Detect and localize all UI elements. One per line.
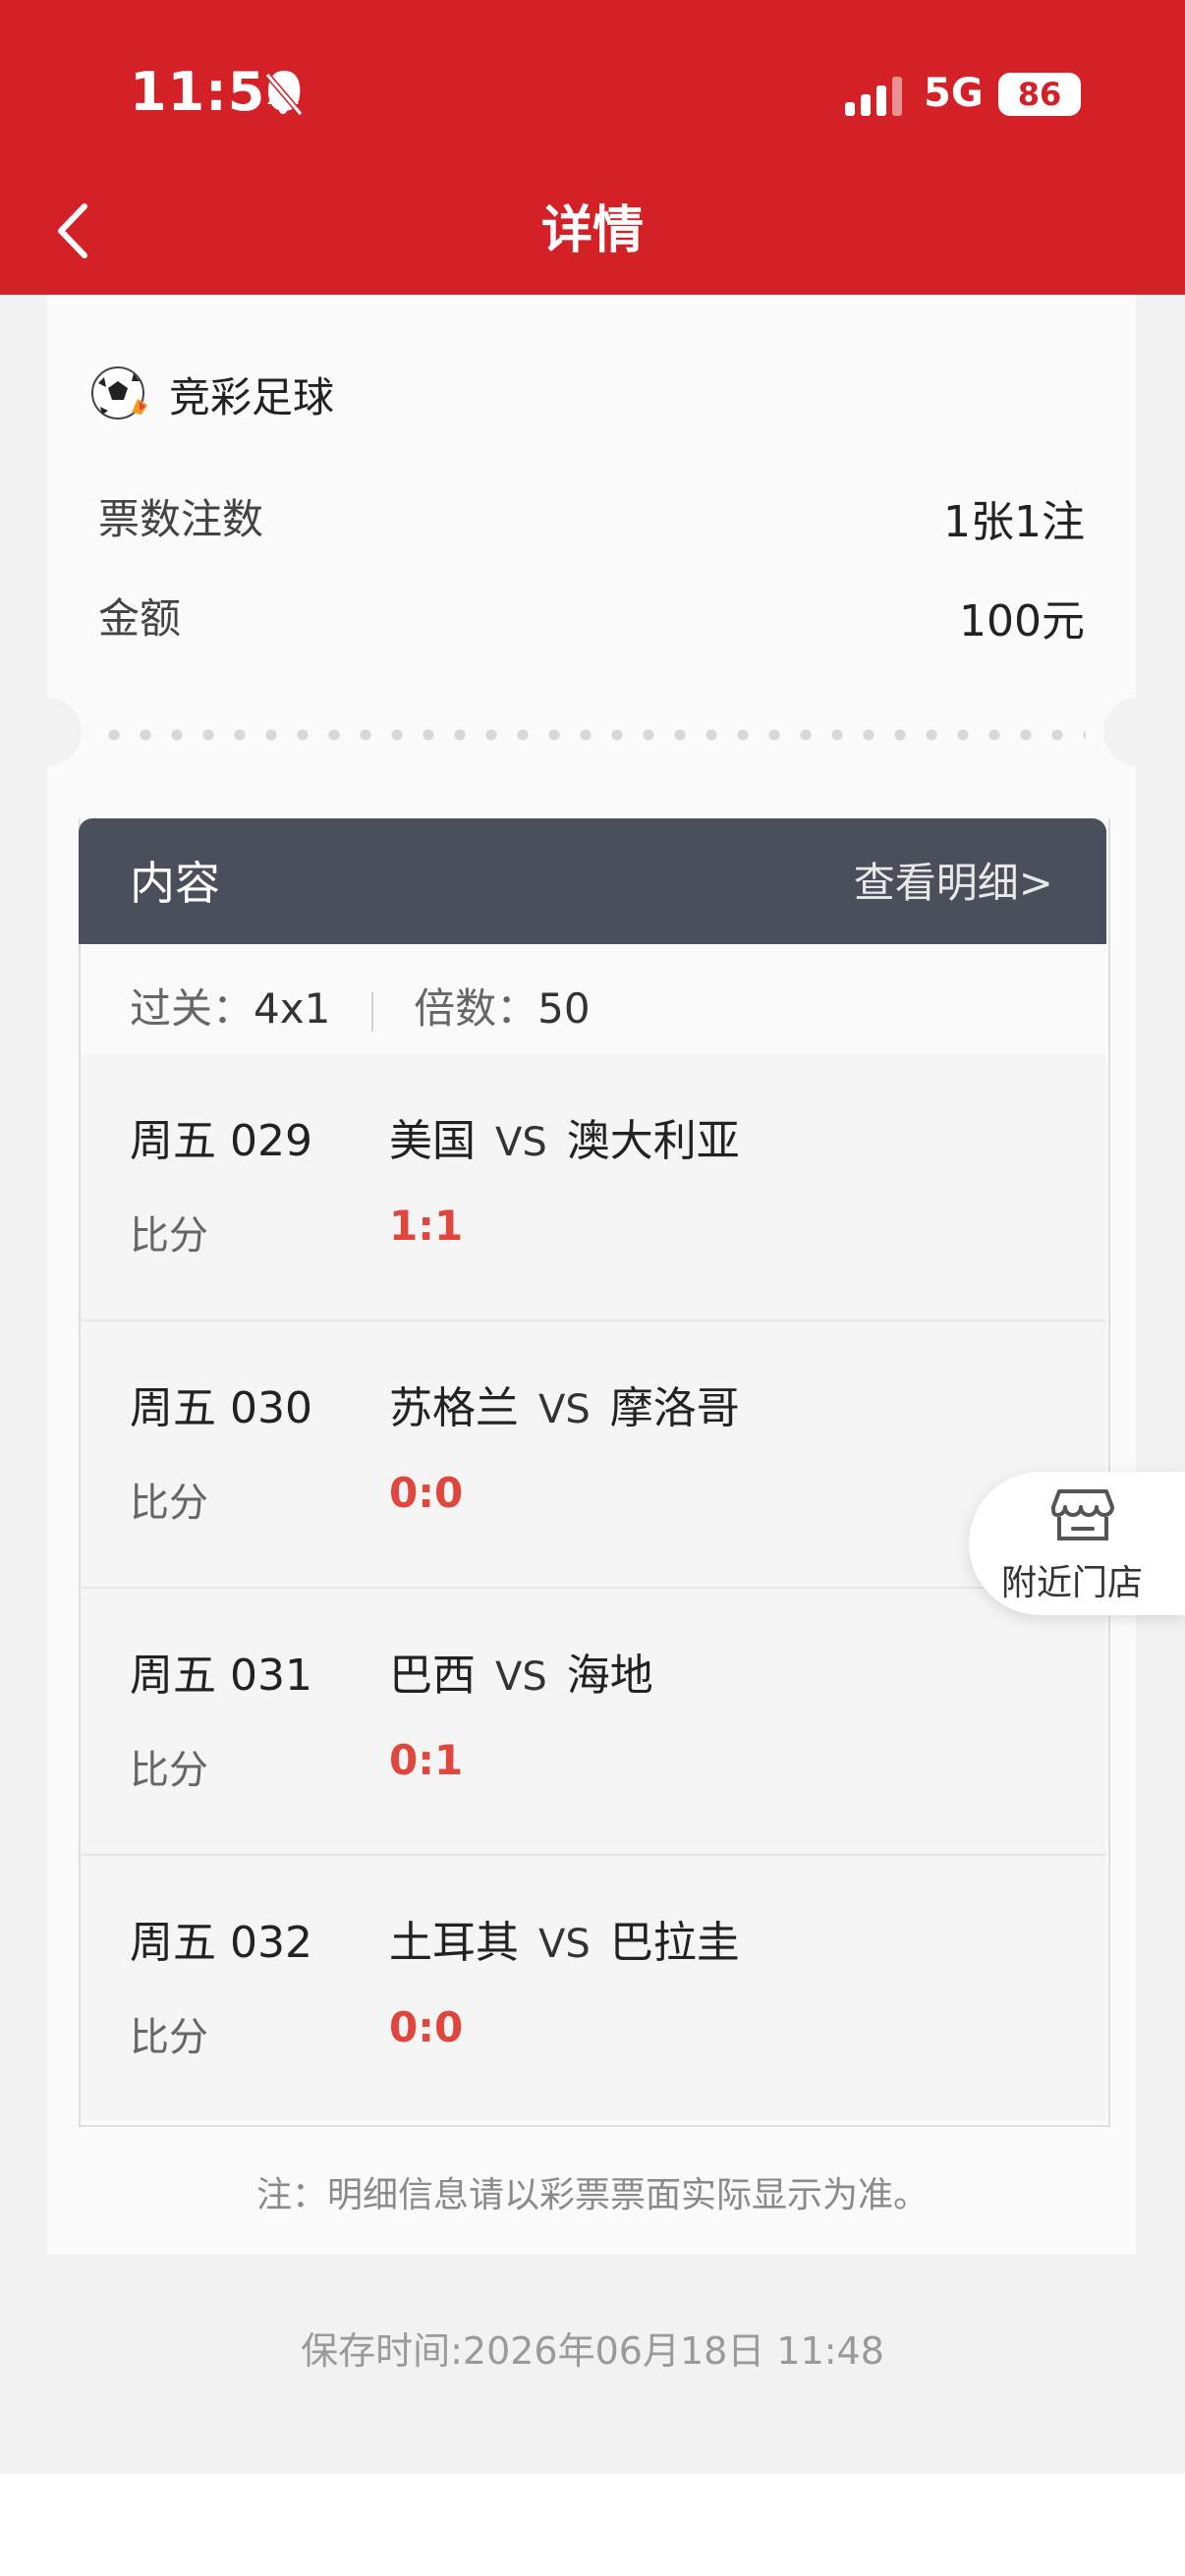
disclaimer-note: 注：明细信息请以彩票票面实际显示为准。: [255, 2175, 929, 2215]
vs-label: VS: [495, 1654, 547, 1700]
score-label: 比分: [130, 2015, 208, 2060]
score-value: 1:1: [389, 1202, 464, 1250]
home-team: 巴西: [389, 1651, 476, 1701]
match-row: 周五 029 美国 VS 澳大利亚 比分 1:1: [81, 1054, 1106, 1321]
nearby-store-label: 附近门店: [1000, 1563, 1143, 1603]
match-teams: 苏格兰 VS 摩洛哥: [389, 1372, 740, 1435]
summary-divider: [370, 991, 373, 1032]
soccer-ball-icon: [91, 366, 147, 420]
pass-value: 4x1: [254, 984, 331, 1033]
view-detail-link[interactable]: 查看明细>: [854, 850, 1053, 910]
ticket-bottom-edge: [47, 2252, 1136, 2273]
multiple-value: 50: [537, 984, 591, 1033]
score-label: 比分: [130, 1213, 208, 1259]
ticket-notch-right: [1103, 698, 1172, 766]
home-team: 苏格兰: [389, 1383, 519, 1433]
game-type: 竞彩足球: [90, 362, 334, 426]
network-type: 5G: [924, 71, 984, 116]
match-number: 周五 030: [130, 1383, 312, 1433]
bell-muted-icon: [264, 73, 304, 116]
match-number: 周五 029: [130, 1116, 312, 1166]
match-number: 周五 031: [130, 1651, 312, 1701]
vs-label: VS: [538, 1387, 591, 1432]
match-row: 周五 031 巴西 VS 海地 比分 0:1: [81, 1589, 1106, 1856]
page-title: 详情: [540, 201, 644, 260]
match-teams: 巴西 VS 海地: [389, 1640, 653, 1703]
score-label: 比分: [130, 1481, 208, 1526]
store-icon: [1051, 1489, 1114, 1540]
score-value: 0:0: [389, 2003, 464, 2051]
pass-label: 过关: [130, 984, 213, 1033]
score-value: 0:1: [389, 1736, 464, 1784]
nearby-store-button[interactable]: 附近门店: [969, 1472, 1185, 1615]
content-header: 内容 查看明细>: [79, 818, 1106, 944]
away-team: 摩洛哥: [609, 1383, 740, 1433]
match-row: 周五 030 苏格兰 VS 摩洛哥 比分 0:0: [81, 1321, 1106, 1589]
score-label: 比分: [130, 1748, 208, 1793]
battery-tip: [1073, 84, 1081, 104]
away-team: 巴拉圭: [609, 1918, 740, 1968]
vs-label: VS: [538, 1922, 591, 1967]
amount-value: 100元: [959, 596, 1085, 646]
home-team: 美国: [389, 1116, 476, 1166]
home-team: 土耳其: [389, 1918, 519, 1968]
away-team: 澳大利亚: [566, 1116, 740, 1166]
amount-label: 金额: [98, 594, 182, 643]
multiple-label: 倍数: [414, 984, 497, 1033]
save-time: 保存时间:2026年06月18日 11:48: [301, 2329, 884, 2373]
match-teams: 土耳其 VS 巴拉圭: [389, 1907, 740, 1970]
ticket-count-value: 1张1注: [943, 497, 1085, 547]
bet-summary: 过关：4x1 倍数：50: [81, 946, 1106, 1056]
score-value: 0:0: [389, 1469, 464, 1517]
match-teams: 美国 VS 澳大利亚: [389, 1105, 740, 1168]
perforation-line: [98, 729, 1086, 741]
battery-level: 86: [998, 73, 1081, 116]
ticket-notch-left: [13, 698, 82, 766]
status-bar: 11:50 5G 86: [0, 0, 1185, 196]
vs-label: VS: [495, 1120, 547, 1165]
match-number: 周五 032: [130, 1918, 312, 1968]
ticket-count-label: 票数注数: [98, 495, 264, 543]
content-title: 内容: [130, 857, 220, 910]
match-row: 周五 032 土耳其 VS 巴拉圭 比分 0:0: [81, 1856, 1106, 2121]
bottom-bar: [0, 2474, 1185, 2576]
game-name: 竞彩足球: [169, 372, 335, 421]
top-bar: 11:50 5G 86 详情: [0, 0, 1185, 295]
away-team: 海地: [566, 1651, 653, 1701]
signal-icon: [845, 77, 902, 116]
